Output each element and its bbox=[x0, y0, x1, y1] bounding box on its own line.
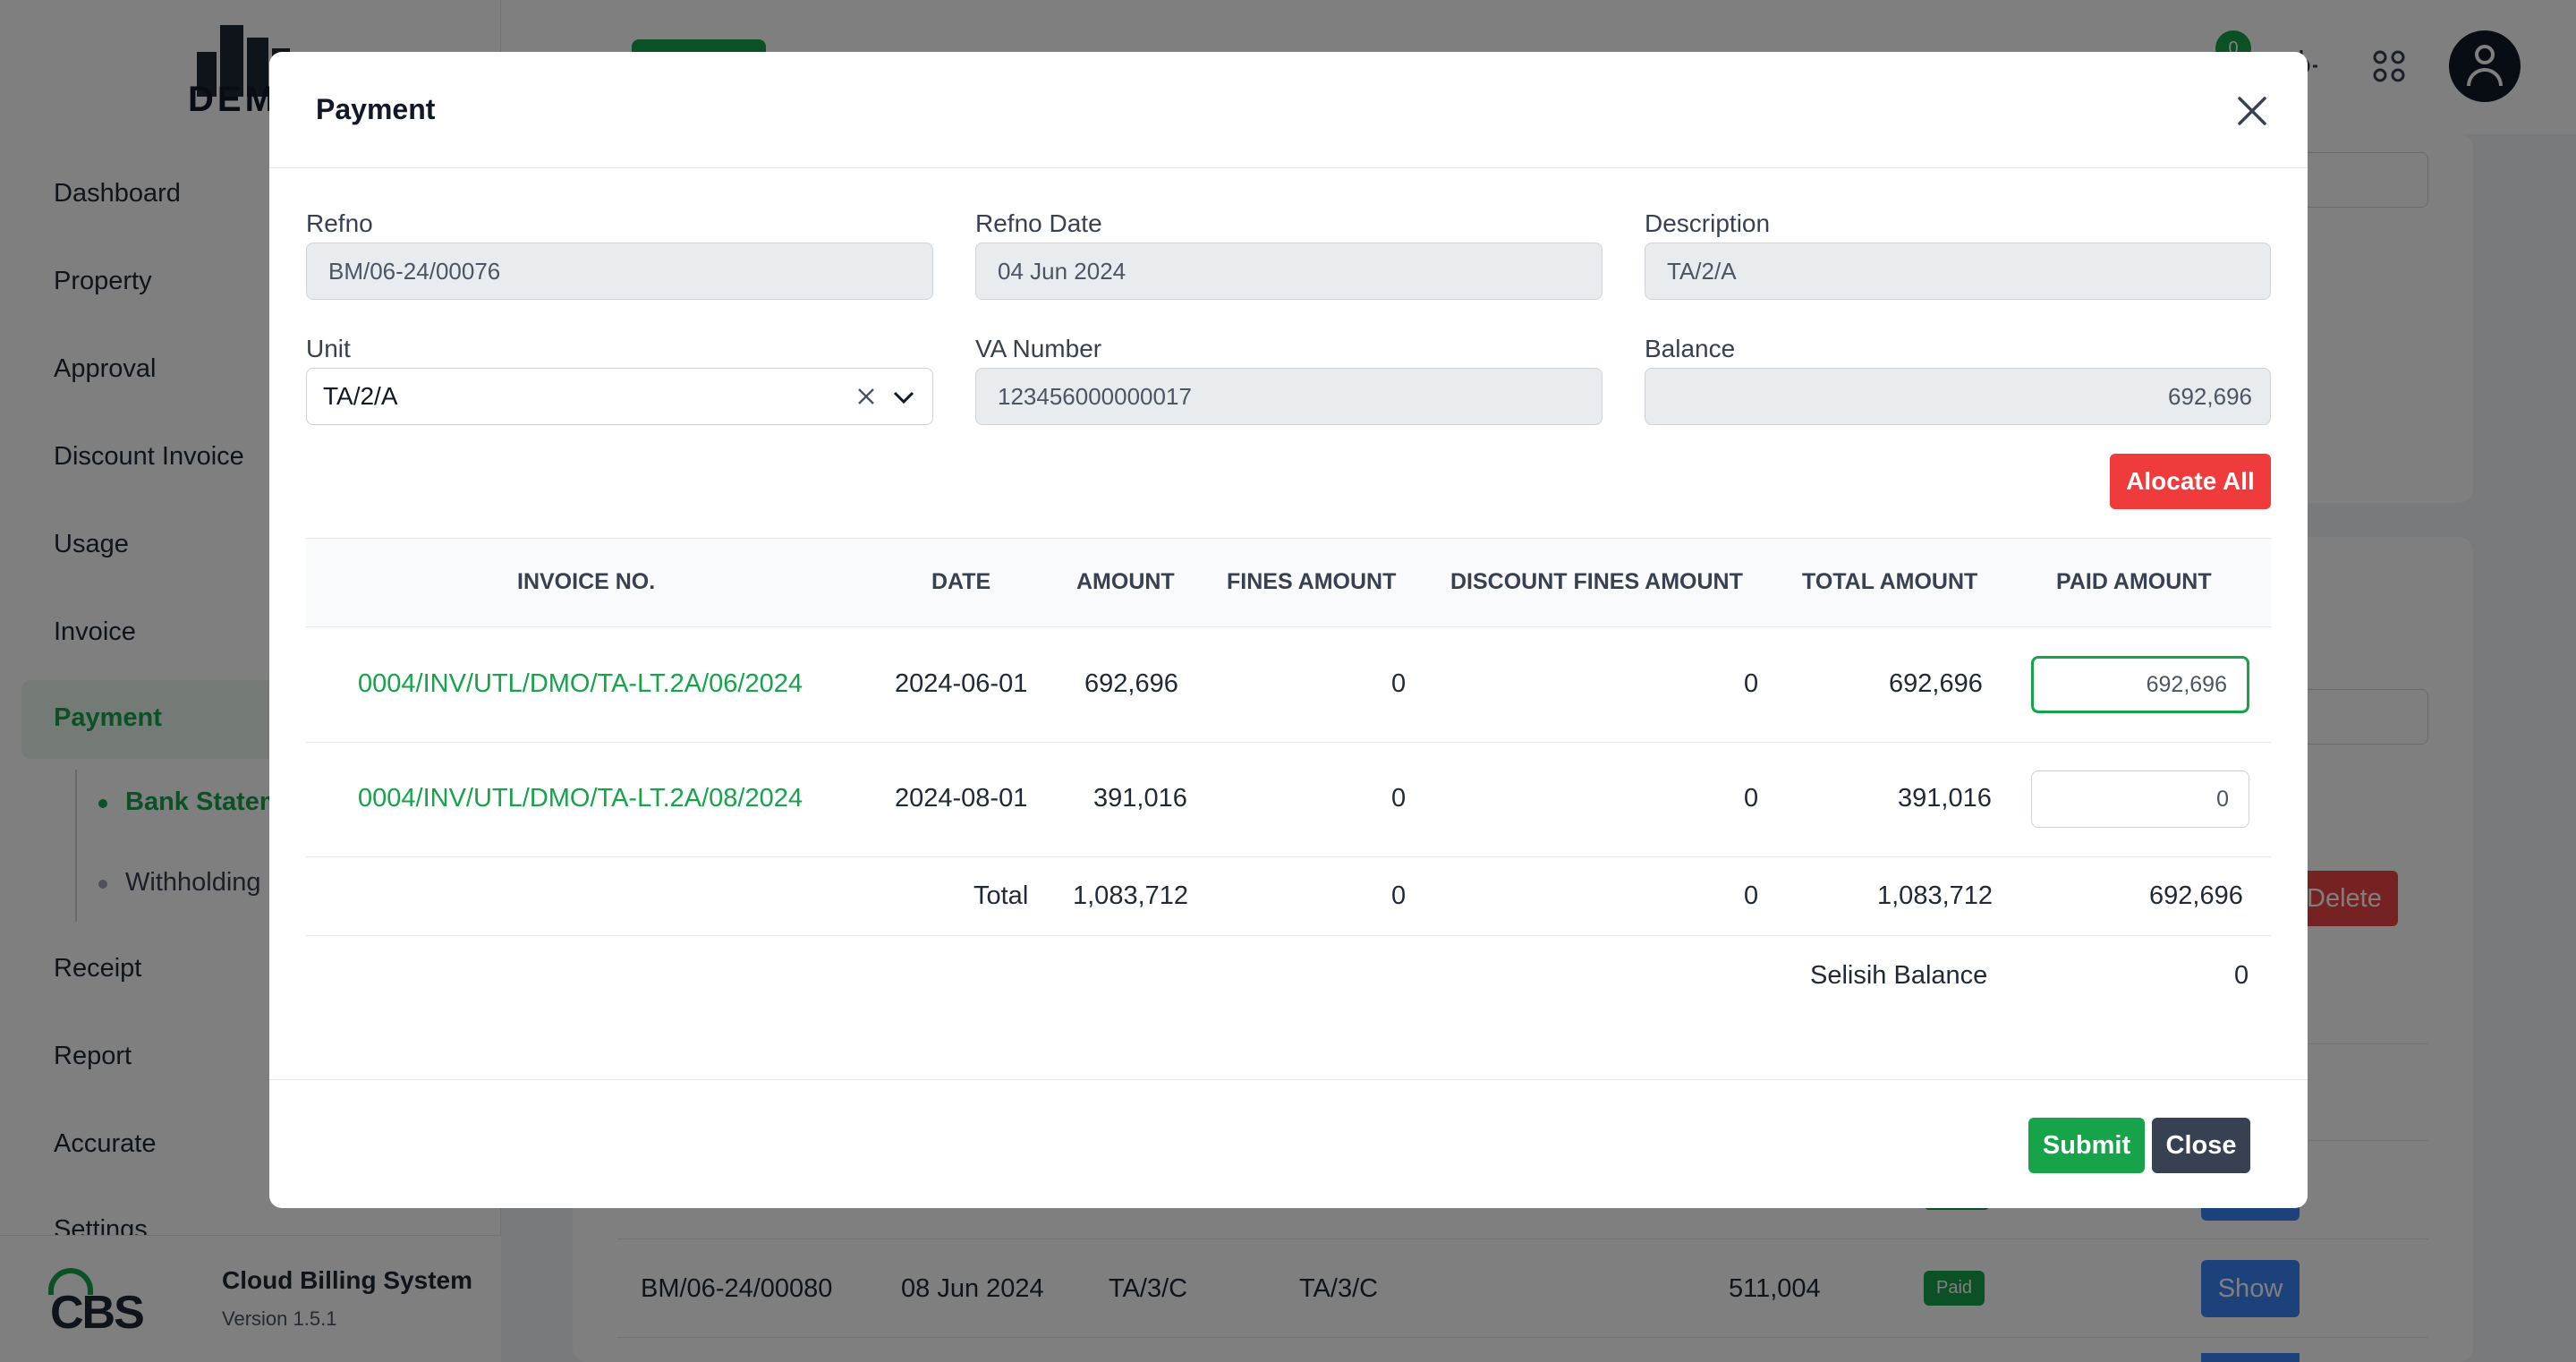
invoice-date: 2024-06-01 bbox=[895, 669, 1028, 698]
total-discount-fines: 0 bbox=[1744, 881, 1759, 910]
refno-field[interactable]: BM/06-24/00076 bbox=[306, 243, 933, 300]
close-icon[interactable] bbox=[2234, 93, 2270, 129]
balance-label: Balance bbox=[1645, 335, 1736, 362]
paid-amount-input[interactable]: 0 bbox=[2031, 770, 2249, 828]
invoice-amount: 391,016 bbox=[1093, 784, 1187, 813]
total-total: 1,083,712 bbox=[1877, 881, 1994, 910]
th-invoice-no: INVOICE NO. bbox=[517, 569, 656, 594]
row-divider bbox=[306, 742, 2271, 743]
th-paid-amount: PAID AMOUNT bbox=[2056, 569, 2212, 594]
invoice-amount: 692,696 bbox=[1084, 669, 1178, 698]
total-fines: 0 bbox=[1391, 881, 1407, 910]
total-label: Total bbox=[973, 881, 1029, 910]
th-total-amount: TOTAL AMOUNT bbox=[1802, 569, 1978, 594]
payment-modal: Payment Refno BM/06-24/00076 Refno Date … bbox=[269, 52, 2308, 1208]
selisih-label: Selisih Balance bbox=[1810, 961, 1988, 990]
refno-date-field[interactable]: 04 Jun 2024 bbox=[975, 243, 1603, 300]
chevron-down-icon[interactable] bbox=[892, 387, 915, 408]
th-amount: AMOUNT bbox=[1076, 569, 1175, 594]
th-fines-amount: FINES AMOUNT bbox=[1227, 569, 1397, 594]
paid-amount-input[interactable]: 692,696 bbox=[2031, 656, 2249, 713]
invoice-fines: 0 bbox=[1391, 669, 1407, 698]
unit-value: TA/2/A bbox=[323, 382, 398, 410]
refno-label: Refno bbox=[306, 209, 373, 237]
description-field[interactable]: TA/2/A bbox=[1645, 243, 2271, 300]
row-divider bbox=[306, 856, 2271, 857]
invoice-date: 2024-08-01 bbox=[895, 784, 1028, 813]
invoice-link[interactable]: 0004/INV/UTL/DMO/TA-LT.2A/06/2024 bbox=[358, 669, 803, 699]
submit-button[interactable]: Submit bbox=[2028, 1118, 2145, 1173]
invoice-discount-fines: 0 bbox=[1744, 669, 1759, 698]
refno-date-label: Refno Date bbox=[975, 209, 1102, 237]
modal-footer: Submit Close bbox=[269, 1079, 2308, 1208]
invoice-fines: 0 bbox=[1391, 784, 1407, 813]
selisih-value: 0 bbox=[2234, 961, 2249, 990]
close-button[interactable]: Close bbox=[2152, 1118, 2250, 1173]
balance-field[interactable]: 692,696 bbox=[1645, 368, 2271, 425]
va-number-label: VA Number bbox=[975, 335, 1102, 362]
th-date: DATE bbox=[931, 569, 991, 594]
invoice-link[interactable]: 0004/INV/UTL/DMO/TA-LT.2A/08/2024 bbox=[358, 784, 803, 813]
total-amount: 1,083,712 bbox=[1073, 881, 1189, 910]
allocate-all-button[interactable]: Alocate All bbox=[2110, 454, 2271, 509]
clear-icon[interactable] bbox=[854, 385, 878, 408]
description-label: Description bbox=[1645, 209, 1771, 237]
invoice-total: 692,696 bbox=[1889, 669, 1983, 698]
unit-label: Unit bbox=[306, 335, 351, 362]
row-divider bbox=[306, 935, 2271, 936]
total-paid: 692,696 bbox=[2149, 881, 2243, 910]
modal-header: Payment bbox=[269, 52, 2308, 168]
invoice-total: 391,016 bbox=[1898, 784, 1992, 813]
va-number-field[interactable]: 123456000000017 bbox=[975, 368, 1603, 425]
modal-title: Payment bbox=[316, 93, 436, 125]
unit-select[interactable]: TA/2/A bbox=[306, 368, 933, 425]
invoice-discount-fines: 0 bbox=[1744, 784, 1759, 813]
th-discount-fines-amount: DISCOUNT FINES AMOUNT bbox=[1450, 569, 1743, 594]
